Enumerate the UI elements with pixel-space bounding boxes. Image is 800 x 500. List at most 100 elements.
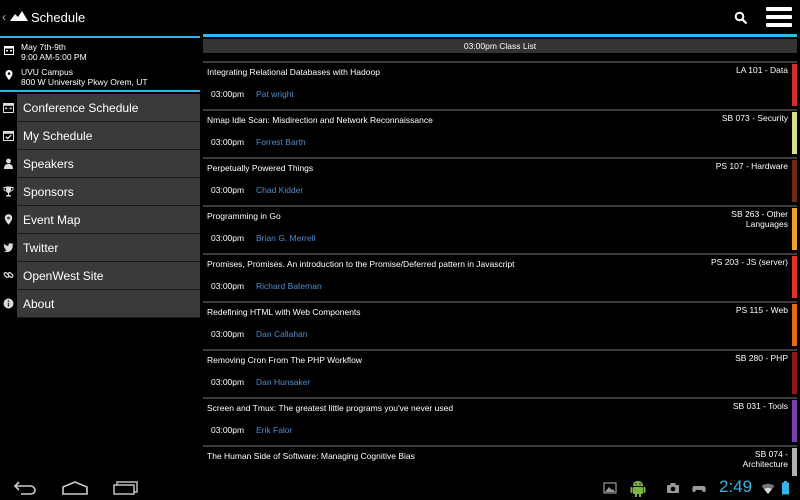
home-icon[interactable] (61, 481, 89, 495)
back-icon[interactable] (12, 481, 38, 495)
nav-item-label: Conference Schedule (23, 101, 139, 115)
event-dates-text: May 7th-9th (21, 42, 66, 52)
venue-name: UVU Campus (21, 67, 73, 77)
event-dates: May 7th-9th 9:00 AM-5:00 PM (0, 40, 200, 64)
map-pin-icon (5, 70, 13, 80)
session-speaker[interactable]: Brian G. Merrell (256, 233, 316, 243)
session-speaker[interactable]: Dan Callahan (256, 329, 308, 339)
chevron-left-icon[interactable]: ‹ (2, 10, 6, 24)
nav-item-event-map[interactable]: Event Map (0, 206, 200, 234)
session-title: Nmap Idle Scan: Misdirection and Network… (207, 115, 433, 125)
session-room: SB 280 - PHP (735, 353, 788, 363)
list-item[interactable]: Programming in Go 03:00pm Brian G. Merre… (203, 205, 797, 253)
app-title[interactable]: Schedule (31, 10, 85, 25)
map-pin-icon (4, 214, 13, 225)
session-title: Screen and Tmux: The greatest little pro… (207, 403, 454, 413)
session-speaker[interactable]: Chad Kidder (256, 185, 303, 195)
nav-item-conference-schedule[interactable]: Conference Schedule (0, 94, 200, 122)
track-color-bar (792, 64, 797, 106)
nav-item-label: Sponsors (23, 185, 74, 199)
nav-item-label: OpenWest Site (23, 269, 104, 283)
nav-item-about[interactable]: About (0, 290, 200, 318)
track-color-bar (792, 448, 797, 477)
nav-item-sponsors[interactable]: Sponsors (0, 178, 200, 206)
session-title: Programming in Go (207, 211, 281, 221)
session-room: SB 263 - Other Languages (731, 209, 788, 229)
battery-icon[interactable] (781, 481, 790, 495)
session-speaker[interactable]: Forrest Barth (256, 137, 306, 147)
session-speaker[interactable]: Pat wright (256, 89, 294, 99)
track-color-bar (792, 352, 797, 394)
nav-item-label: Speakers (23, 157, 74, 171)
left-panel: May 7th-9th 9:00 AM-5:00 PM UVU Campus 8… (0, 36, 200, 476)
wifi-icon[interactable] (761, 481, 775, 495)
track-color-bar (792, 256, 797, 298)
nav-item-label: Event Map (23, 213, 81, 227)
search-icon[interactable] (734, 11, 748, 25)
track-color-bar (792, 304, 797, 346)
list-item[interactable]: Integrating Relational Databases with Ha… (203, 61, 797, 109)
session-time: 03:00pm (211, 233, 245, 243)
session-time: 03:00pm (211, 185, 245, 195)
nav-item-label: About (23, 297, 55, 311)
session-room: SB 031 - Tools (732, 401, 788, 411)
session-time: 03:00pm (211, 329, 245, 339)
session-time: 03:00pm (211, 281, 245, 291)
class-list: 03:00pm Class List Integrating Relationa… (203, 34, 797, 477)
nav-item-label: Twitter (23, 241, 59, 255)
session-speaker[interactable]: Erik Falor (256, 425, 292, 435)
menu-icon[interactable] (766, 7, 792, 29)
list-item[interactable]: The Human Side of Software: Managing Cog… (203, 445, 797, 477)
trophy-icon (3, 186, 14, 197)
gallery-icon[interactable] (603, 481, 617, 495)
list-item[interactable]: Screen and Tmux: The greatest little pro… (203, 397, 797, 445)
recent-apps-icon[interactable] (113, 481, 139, 495)
nav-item-openwest-site[interactable]: OpenWest Site (0, 262, 200, 290)
session-room: PS 107 - Hardware (715, 161, 788, 171)
nav-item-my-schedule[interactable]: My Schedule (0, 122, 200, 150)
android-icon[interactable] (630, 479, 646, 497)
track-color-bar (792, 160, 797, 202)
session-speaker[interactable]: Dan Hunsaker (256, 377, 310, 387)
list-item[interactable]: Redefining HTML with Web Components 03:0… (203, 301, 797, 349)
link-icon (3, 272, 14, 278)
divider (203, 34, 797, 37)
track-color-bar (792, 208, 797, 250)
list-item[interactable]: Removing Cron From The PHP Workflow 03:0… (203, 349, 797, 397)
system-bar: 2:49 (0, 476, 800, 500)
calendar-icon (3, 103, 14, 113)
list-item[interactable]: Nmap Idle Scan: Misdirection and Network… (203, 109, 797, 157)
game-controller-icon[interactable] (692, 481, 706, 495)
session-speaker[interactable]: Richard Bateman (256, 281, 322, 291)
event-hours-text: 9:00 AM-5:00 PM (21, 52, 87, 62)
list-item[interactable]: Perpetually Powered Things 03:00pm Chad … (203, 157, 797, 205)
session-room: PS 203 - JS (server) (711, 257, 788, 267)
session-title: Perpetually Powered Things (207, 163, 314, 173)
nav-list: Conference Schedule My Schedule Speakers (0, 94, 200, 318)
camera-icon[interactable] (666, 481, 680, 495)
nav-item-twitter[interactable]: Twitter (0, 234, 200, 262)
mountain-logo-icon[interactable] (10, 11, 28, 21)
session-title: Removing Cron From The PHP Workflow (207, 355, 362, 365)
session-room: LA 101 - Data (736, 65, 788, 75)
list-header-text: 03:00pm Class List (463, 41, 537, 51)
calendar-check-icon (3, 131, 14, 141)
nav-item-label: My Schedule (23, 129, 93, 143)
person-icon (4, 158, 13, 169)
list-header: 03:00pm Class List (203, 39, 797, 53)
track-color-bar (792, 400, 797, 442)
clock: 2:49 (719, 477, 753, 496)
session-time: 03:00pm (211, 137, 245, 147)
action-bar: ‹ Schedule (0, 0, 800, 36)
list-item[interactable]: Promises, Promises. An introduction to t… (203, 253, 797, 301)
session-time: 03:00pm (211, 89, 245, 99)
event-location: UVU Campus 800 W University Pkwy Orem, U… (0, 65, 200, 89)
session-room: PS 115 - Web (735, 305, 788, 315)
session-time: 03:00pm (211, 425, 245, 435)
twitter-icon (3, 243, 14, 253)
nav-item-speakers[interactable]: Speakers (0, 150, 200, 178)
session-title: The Human Side of Software: Managing Cog… (207, 451, 415, 461)
calendar-icon (4, 46, 14, 55)
session-room: SB 074 - Architecture (742, 449, 788, 469)
info-icon (3, 298, 14, 309)
